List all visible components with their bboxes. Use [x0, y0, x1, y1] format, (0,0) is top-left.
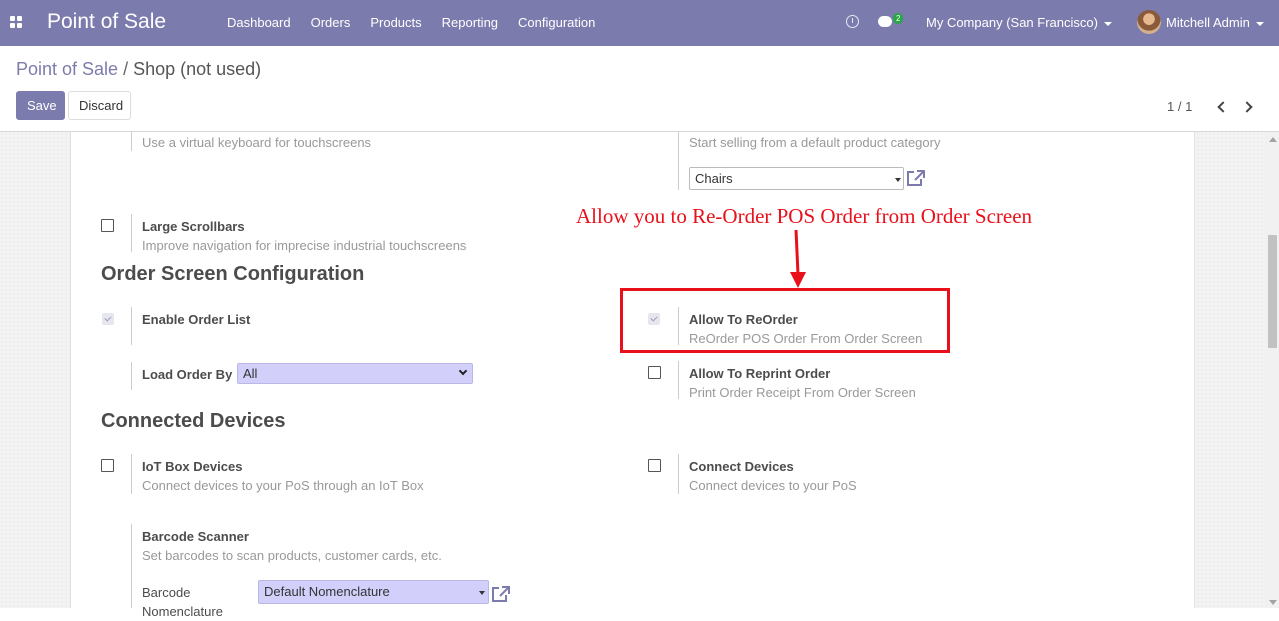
enable-order-list-checkbox[interactable]	[102, 313, 114, 325]
enable-order-list-title: Enable Order List	[142, 312, 251, 327]
allow-reprint-checkbox[interactable]	[648, 366, 661, 379]
menu-orders[interactable]: Orders	[311, 15, 351, 30]
top-navbar: Point of Sale Dashboard Orders Products …	[0, 0, 1279, 46]
default-category-desc: Start selling from a default product cat…	[689, 135, 941, 150]
save-button[interactable]: Save	[16, 91, 65, 120]
caret-down-icon	[479, 591, 485, 595]
barcode-scanner-desc: Set barcodes to scan products, customer …	[142, 548, 442, 563]
caret-down-icon	[1255, 21, 1264, 26]
menu-reporting[interactable]: Reporting	[442, 15, 498, 30]
default-category-select[interactable]: Chairs	[689, 167, 904, 190]
chevron-down-icon	[458, 366, 468, 376]
setting-divider	[131, 307, 132, 345]
allow-reprint-desc: Print Order Receipt From Order Screen	[689, 385, 916, 400]
company-switcher[interactable]: My Company (San Francisco)	[926, 15, 1112, 30]
order-screen-section-title: Order Screen Configuration	[101, 263, 365, 285]
connect-devices-checkbox[interactable]	[648, 459, 661, 472]
caret-down-icon	[1103, 21, 1112, 26]
iot-box-desc: Connect devices to your PoS through an I…	[142, 478, 424, 493]
scroll-down-arrow-icon[interactable]	[1269, 600, 1277, 605]
connect-devices-title: Connect Devices	[689, 459, 794, 474]
external-link-icon[interactable]	[491, 585, 511, 603]
app-brand[interactable]: Point of Sale	[47, 10, 166, 34]
iot-box-title: IoT Box Devices	[142, 459, 243, 474]
chat-bubble-icon[interactable]	[878, 16, 892, 27]
user-avatar[interactable]	[1137, 10, 1161, 34]
menu-products[interactable]: Products	[370, 15, 421, 30]
annotation-arrow-icon	[790, 229, 806, 288]
breadcrumb-separator: /	[123, 59, 129, 79]
setting-divider	[131, 454, 132, 494]
setting-divider	[131, 362, 132, 390]
scroll-thumb[interactable]	[1268, 235, 1277, 348]
setting-divider	[678, 132, 679, 190]
large-scrollbars-title: Large Scrollbars	[142, 219, 245, 234]
breadcrumb-current: Shop (not used)	[133, 59, 262, 79]
annotation-highlight-box	[620, 288, 950, 353]
barcode-nomenclature-value: Default Nomenclature	[264, 584, 390, 599]
user-name: Mitchell Admin	[1166, 15, 1250, 30]
control-panel: Point of Sale / Shop (not used) Save Disca…	[0, 46, 1279, 132]
breadcrumb-parent-link[interactable]: Point of Sale	[16, 59, 118, 79]
setting-divider	[131, 524, 132, 608]
breadcrumb: Point of Sale / Shop (not used)	[16, 59, 261, 80]
barcode-nomenclature-label: Barcode Nomenclature	[142, 585, 223, 619]
vertical-scrollbar[interactable]	[1266, 132, 1279, 608]
large-scrollbars-checkbox[interactable]	[101, 219, 114, 232]
external-link-icon[interactable]	[906, 169, 926, 187]
load-order-by-value: All	[243, 366, 258, 381]
setting-divider	[131, 132, 132, 151]
main-menu: Dashboard Orders Products Reporting Conf…	[227, 15, 615, 30]
iot-box-checkbox[interactable]	[101, 459, 114, 472]
default-category-value: Chairs	[695, 171, 733, 186]
menu-configuration[interactable]: Configuration	[518, 15, 595, 30]
activity-clock-icon[interactable]	[846, 15, 859, 28]
barcode-scanner-title: Barcode Scanner	[142, 529, 249, 544]
barcode-nomenclature-select[interactable]: Default Nomenclature	[258, 580, 489, 604]
company-name: My Company (San Francisco)	[926, 15, 1098, 30]
menu-dashboard[interactable]: Dashboard	[227, 15, 291, 30]
setting-divider	[131, 214, 132, 252]
pager-value[interactable]: 1 / 1	[1167, 99, 1192, 114]
annotation-caption: Allow you to Re-Order POS Order from Ord…	[576, 204, 1033, 228]
connect-devices-desc: Connect devices to your PoS	[689, 478, 857, 493]
setting-divider	[678, 454, 679, 494]
connected-devices-section-title: Connected Devices	[101, 410, 286, 432]
allow-reprint-title: Allow To Reprint Order	[689, 366, 831, 381]
caret-down-icon	[895, 178, 901, 182]
pager-next-icon[interactable]	[1241, 101, 1253, 113]
load-order-by-select[interactable]: All	[237, 363, 473, 384]
apps-menu-icon[interactable]	[10, 16, 22, 28]
discard-button[interactable]: Discard	[68, 91, 131, 120]
scroll-up-arrow-icon[interactable]	[1269, 137, 1277, 142]
user-menu[interactable]: Mitchell Admin	[1166, 15, 1264, 30]
load-order-by-label: Load Order By	[142, 367, 233, 382]
pager-previous-icon[interactable]	[1217, 101, 1229, 113]
large-scrollbars-desc: Improve navigation for imprecise industr…	[142, 238, 467, 253]
virtual-keyboard-desc: Use a virtual keyboard for touchscreens	[142, 135, 372, 150]
chat-count-badge: 2	[893, 13, 904, 24]
setting-divider	[678, 361, 679, 399]
